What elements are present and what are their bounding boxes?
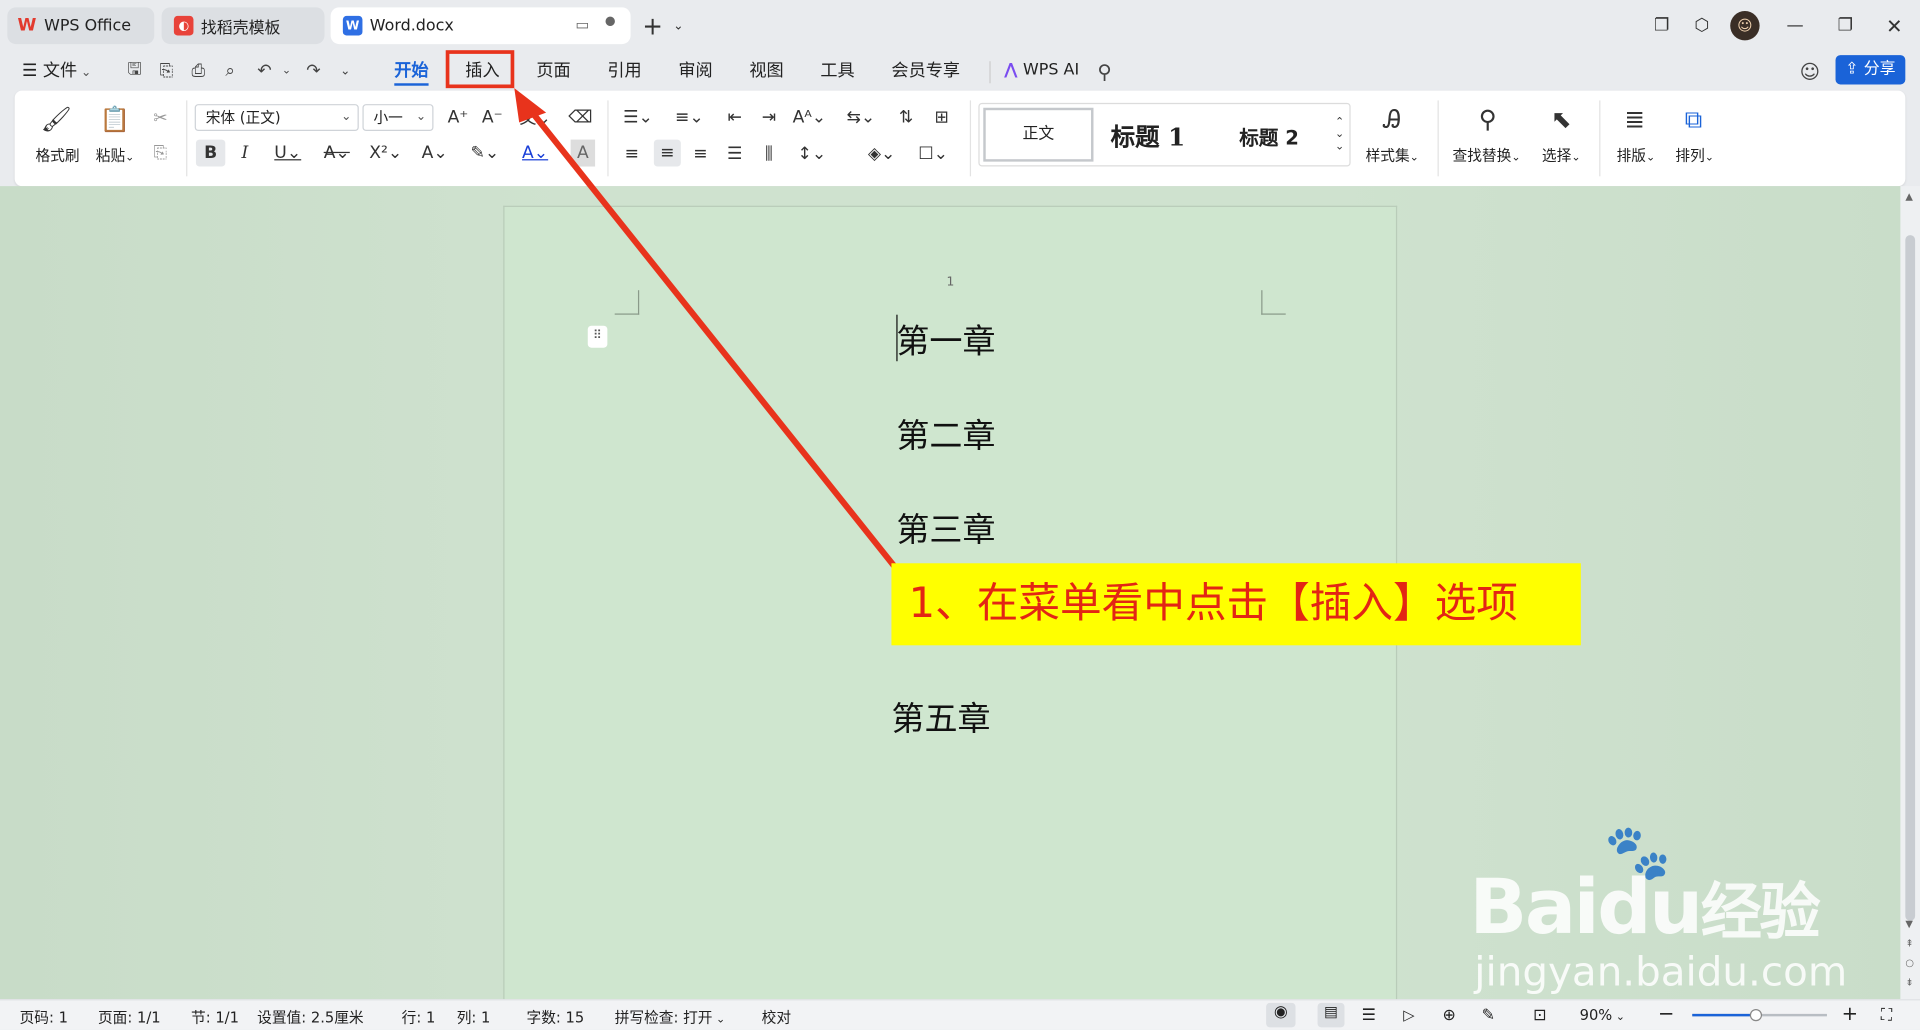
watermark-url: jingyan.baidu.com <box>1474 947 1848 996</box>
watermark-cn: 经验 <box>1700 876 1821 948</box>
watermark-bai: Bai <box>1469 862 1599 952</box>
watermark-logo: Baidu经验 <box>1469 862 1821 952</box>
arrow-head <box>514 88 547 123</box>
annotation-callout: 1、在菜单看中点击【插入】选项 <box>891 563 1581 646</box>
watermark-du: du <box>1597 862 1703 952</box>
arrow-shaft <box>523 102 897 569</box>
